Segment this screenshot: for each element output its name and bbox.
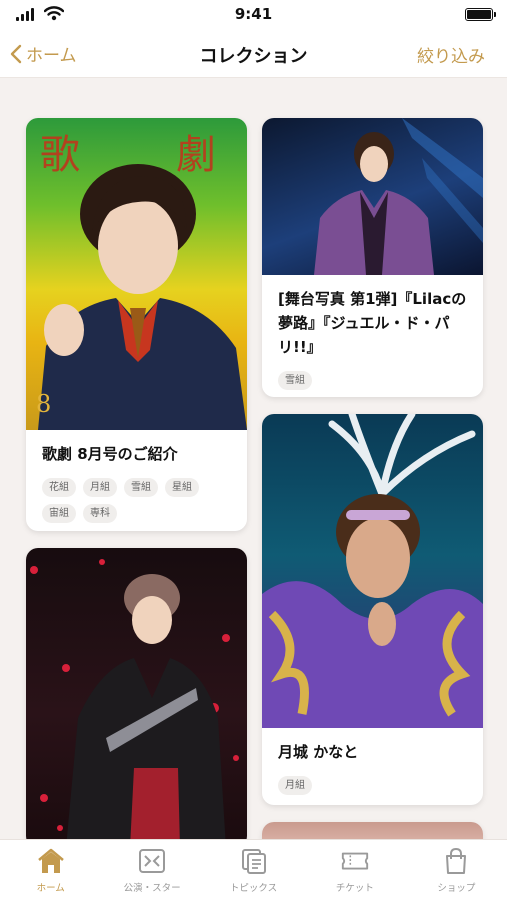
topics-icon	[239, 847, 269, 875]
performer-photo-image	[26, 548, 247, 848]
cover-issue-number: 8	[36, 390, 52, 418]
tab-label: トピックス	[229, 883, 278, 894]
status-time: 9:41	[234, 5, 273, 23]
navigation-bar: ホーム コレクション 絞り込み	[0, 30, 507, 78]
filter-button[interactable]: 絞り込み	[417, 42, 485, 67]
tag-chip: 月組	[83, 478, 117, 497]
tag-chip: 宙組	[42, 504, 76, 523]
tab-label: ショップ	[437, 883, 476, 894]
tag-chip: 雪組	[278, 371, 312, 390]
tab-performances-stars[interactable]: 公演・スター	[101, 840, 202, 900]
back-label: ホーム	[26, 46, 77, 66]
collection-card-performer-photo[interactable]	[26, 548, 247, 848]
tag-chip: 専科	[83, 504, 117, 523]
tab-tickets[interactable]: チケット	[304, 840, 405, 900]
tag-chip: 月組	[278, 776, 312, 795]
tab-label: チケット	[335, 883, 374, 894]
tag-chip: 雪組	[124, 478, 158, 497]
ticket-icon	[340, 847, 370, 875]
tab-label: ホーム	[36, 883, 65, 894]
cover-masthead: 歌劇	[40, 132, 216, 178]
performer-portrait-image	[262, 414, 483, 728]
card-title: [舞台写真 第1弾]『Lilacの夢路』『ジュエル・ド・パリ!!』	[278, 290, 467, 356]
tab-shop[interactable]: ショップ	[406, 840, 507, 900]
tab-bar: ホーム 公演・スター トピックス チケット ショップ	[0, 839, 507, 900]
performance-icon	[137, 847, 167, 875]
tag-list: 花組 月組 雪組 星組 宙組 専科	[42, 478, 231, 523]
stage-photo-image	[262, 118, 483, 275]
tag-chip: 星組	[165, 478, 199, 497]
collection-card-stage-photo[interactable]: [舞台写真 第1弾]『Lilacの夢路』『ジュエル・ド・パリ!!』 雪組	[262, 118, 483, 397]
magazine-cover-image: 歌劇 8	[26, 118, 247, 430]
tab-topics[interactable]: トピックス	[203, 840, 304, 900]
tag-list: 雪組	[278, 371, 467, 390]
tag-chip: 花組	[42, 478, 76, 497]
tab-label: 公演・スター	[123, 883, 181, 894]
back-button[interactable]: ホーム	[10, 41, 77, 66]
home-icon	[36, 847, 66, 875]
collection-card-performer[interactable]: 月城 かなと 月組	[262, 414, 483, 805]
shop-icon	[441, 847, 471, 875]
card-title: 歌劇 8月号のご紹介	[42, 445, 178, 463]
collection-card-magazine[interactable]: 歌劇 8 歌劇 8月号のご紹介 花組 月組 雪組 星組 宙組 専科	[26, 118, 247, 531]
tag-list: 月組	[278, 776, 467, 795]
tab-home[interactable]: ホーム	[0, 840, 101, 900]
chevron-left-icon	[10, 44, 22, 63]
battery-icon	[465, 8, 496, 21]
card-title: 月城 かなと	[278, 743, 359, 761]
status-bar: 9:41	[0, 0, 507, 30]
